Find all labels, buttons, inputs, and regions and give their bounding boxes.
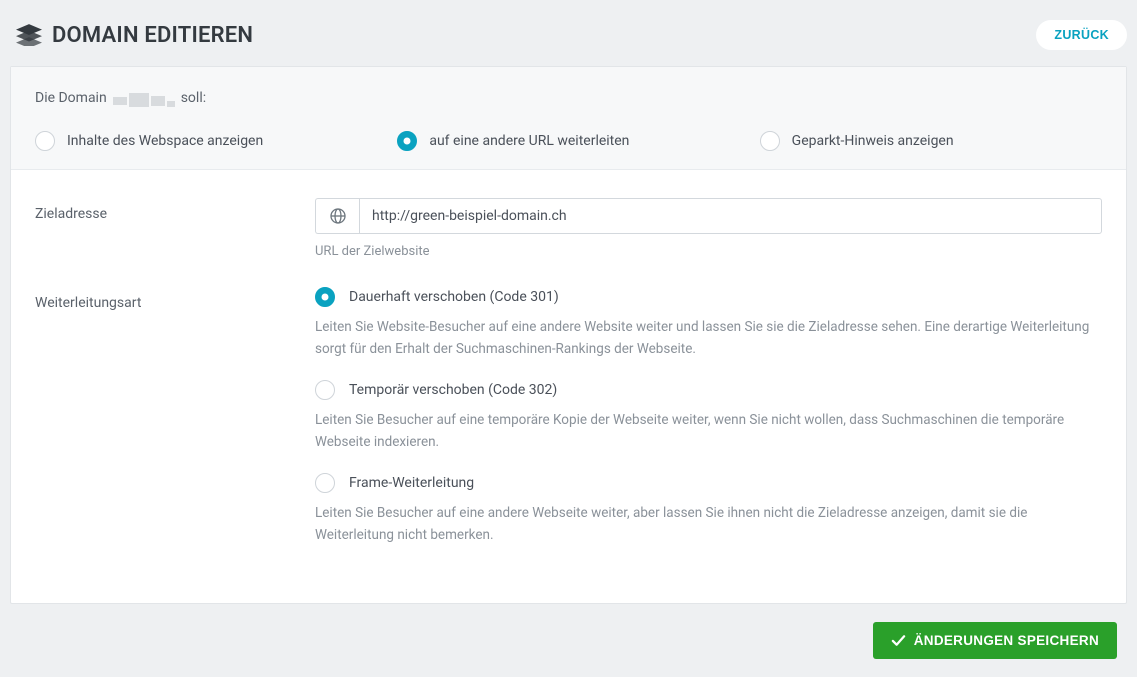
back-button[interactable]: ZURÜCK [1036, 20, 1127, 50]
domain-action-section: Die Domain soll: Inhalte des Webspace an… [11, 67, 1126, 170]
label-redirect-type: Weiterleitungsart [35, 287, 315, 311]
page-header: DOMAIN EDITIEREN ZURÜCK [10, 10, 1127, 66]
footer: ÄNDERUNGEN SPEICHERN [10, 604, 1127, 667]
save-button[interactable]: ÄNDERUNGEN SPEICHERN [873, 622, 1117, 659]
option-301-desc: Leiten Sie Website-Besucher auf eine and… [315, 317, 1102, 360]
radio-parked[interactable] [760, 131, 780, 151]
target-input-group [315, 198, 1102, 234]
choice-redirect[interactable]: auf eine andere URL weiterleiten [397, 131, 739, 151]
layers-icon [16, 24, 42, 46]
radio-frame[interactable] [315, 473, 335, 493]
option-302-head[interactable]: Temporär verschoben (Code 302) [315, 380, 1102, 400]
target-url-input[interactable] [359, 198, 1102, 234]
radio-webspace[interactable] [35, 131, 55, 151]
intro-suffix: soll: [181, 90, 206, 106]
option-301-head[interactable]: Dauerhaft verschoben (Code 301) [315, 287, 1102, 307]
domain-name-redacted [113, 89, 175, 107]
option-302-desc: Leiten Sie Besucher auf eine temporäre K… [315, 410, 1102, 453]
row-target: Zieladresse URL der Zielwebsite [35, 198, 1102, 259]
field-redirect-type: Dauerhaft verschoben (Code 301) Leiten S… [315, 287, 1102, 547]
choice-redirect-label: auf eine andere URL weiterleiten [429, 133, 629, 149]
domain-action-choices: Inhalte des Webspace anzeigen auf eine a… [35, 131, 1102, 151]
redirect-settings: Zieladresse URL der Zielwebsite Weiterl [11, 170, 1126, 603]
option-302-title: Temporär verschoben (Code 302) [349, 382, 557, 398]
row-redirect-type: Weiterleitungsart Dauerhaft verschoben (… [35, 287, 1102, 547]
globe-icon [315, 198, 359, 234]
option-302: Temporär verschoben (Code 302) Leiten Si… [315, 380, 1102, 453]
choice-parked[interactable]: Geparkt-Hinweis anzeigen [760, 131, 1102, 151]
option-frame-head[interactable]: Frame-Weiterleitung [315, 473, 1102, 493]
page-title: DOMAIN EDITIEREN [52, 23, 253, 48]
label-target: Zieladresse [35, 198, 315, 222]
choice-parked-label: Geparkt-Hinweis anzeigen [792, 133, 954, 149]
option-301-title: Dauerhaft verschoben (Code 301) [349, 289, 559, 305]
save-button-label: ÄNDERUNGEN SPEICHERN [914, 633, 1099, 648]
option-frame: Frame-Weiterleitung Leiten Sie Besucher … [315, 473, 1102, 546]
radio-301[interactable] [315, 287, 335, 307]
domain-intro: Die Domain soll: [35, 89, 1102, 107]
option-301: Dauerhaft verschoben (Code 301) Leiten S… [315, 287, 1102, 360]
intro-prefix: Die Domain [35, 90, 107, 106]
target-help-text: URL der Zielwebsite [315, 244, 1102, 259]
header-left: DOMAIN EDITIEREN [16, 23, 253, 48]
radio-302[interactable] [315, 380, 335, 400]
radio-redirect[interactable] [397, 131, 417, 151]
option-frame-title: Frame-Weiterleitung [349, 475, 474, 491]
main-panel: Die Domain soll: Inhalte des Webspace an… [10, 66, 1127, 604]
choice-webspace-label: Inhalte des Webspace anzeigen [67, 133, 263, 149]
check-icon [891, 633, 906, 648]
option-frame-desc: Leiten Sie Besucher auf eine andere Webs… [315, 503, 1102, 546]
choice-webspace[interactable]: Inhalte des Webspace anzeigen [35, 131, 377, 151]
field-target: URL der Zielwebsite [315, 198, 1102, 259]
